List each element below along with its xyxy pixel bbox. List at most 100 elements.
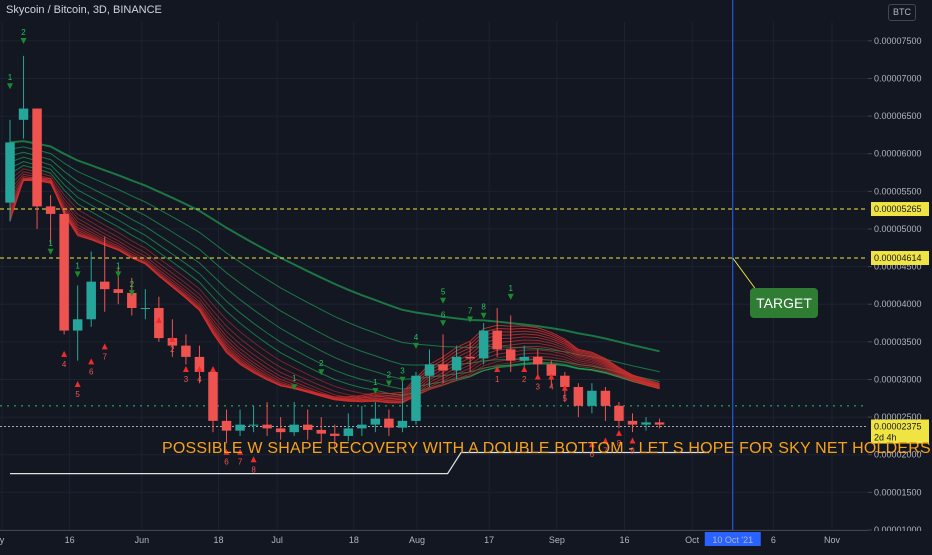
candle-body [275, 428, 286, 433]
signal-marker: 1 [115, 261, 122, 278]
time-tick-label: Jun [135, 535, 150, 545]
candle-body [235, 424, 245, 431]
candle-body [316, 429, 326, 434]
candle-body [614, 405, 624, 421]
signal-marker: 5 [561, 384, 568, 403]
candle [221, 409, 232, 444]
candle-body [72, 319, 83, 331]
price-tick-label: 0.00005500 [874, 186, 922, 196]
candle-body [5, 142, 15, 203]
signal-count: 1 [292, 374, 297, 383]
candle [99, 236, 110, 312]
candle [45, 195, 56, 245]
time-tick-label: 6 [771, 535, 776, 545]
signal-count: 1 [157, 326, 162, 335]
target-callout: TARGET [750, 288, 818, 318]
ma-line [9, 177, 660, 404]
candle-body [289, 424, 299, 433]
signal-arrow-up [88, 358, 95, 365]
candle-body [627, 420, 638, 425]
signal-count: 5 [75, 390, 80, 399]
candle-body [465, 356, 475, 359]
candle [478, 323, 489, 365]
candle-body [262, 424, 272, 429]
price-tick-label: 0.00006000 [874, 149, 922, 159]
time-tick-label: Oct [685, 535, 700, 545]
signal-count: 4 [549, 382, 554, 391]
signal-marker: 2 [521, 365, 528, 384]
candle [587, 383, 597, 414]
candle [411, 371, 421, 425]
signal-arrow-down [7, 83, 13, 90]
candle [248, 405, 259, 433]
signal-arrow-up [209, 365, 216, 372]
candle-body [18, 108, 29, 120]
signal-count: 5 [441, 288, 446, 297]
candle-body [587, 390, 597, 406]
signal-arrow-down [74, 271, 81, 278]
target-pointer-line [732, 257, 756, 289]
signal-marker: 1 [507, 284, 514, 300]
moving-average-ribbon [9, 140, 660, 404]
signal-marker: 5 [74, 381, 81, 399]
candle-body [641, 422, 651, 425]
signal-arrow-down [507, 293, 514, 300]
candle-body [573, 387, 584, 406]
price-tick-label: 0.00007500 [874, 36, 922, 46]
signal-arrow-up [182, 365, 189, 372]
time-tick-label: 16 [619, 535, 629, 545]
signal-count: 2 [319, 359, 324, 368]
candle [357, 405, 367, 436]
signal-marker: 1 [74, 261, 81, 278]
signal-count: 4 [197, 375, 202, 384]
signal-marker: 4 [548, 373, 555, 391]
ma-line [9, 160, 660, 390]
candle [262, 402, 272, 436]
candle-body [45, 206, 56, 214]
candle-body [330, 433, 340, 436]
candle [573, 383, 584, 418]
candle-body [397, 420, 408, 428]
signal-count: 8 [251, 465, 256, 474]
candle [302, 409, 313, 440]
time-tick-label: 17 [484, 535, 494, 545]
candle [32, 108, 42, 229]
signal-marker: 1 [7, 73, 13, 90]
ma-line [9, 178, 660, 403]
time-tick-label: Jul [271, 535, 283, 545]
candle [627, 413, 638, 433]
candle-body [221, 420, 232, 431]
price-chart[interactable]: 2111456712123 4 56 781212 3456 7 811 23 456 789 0… [0, 0, 932, 550]
ma-line [9, 179, 660, 402]
candle-body [505, 349, 516, 361]
price-tick-label: 0.00003500 [874, 337, 922, 347]
signal-marker: 1 [47, 239, 54, 255]
candle-body [32, 108, 42, 207]
signal-count: 6 [441, 310, 446, 319]
candle-body [654, 422, 665, 425]
level-tag-label: 0.00004614 [874, 253, 922, 263]
signal-count: 4 [414, 333, 419, 342]
candle-body [370, 418, 381, 425]
signal-count: 2 [522, 375, 527, 384]
signal-count: 2 [21, 28, 26, 37]
time-tick-label: y [0, 535, 5, 545]
signal-marker: 3 [399, 367, 406, 383]
ma-line [9, 179, 660, 402]
signal-count: 1 [48, 239, 53, 248]
chart-title: Skycoin / Bitcoin, 3D, BINANCE [6, 4, 162, 16]
signal-count: 3 [184, 375, 189, 384]
candle-body [86, 281, 96, 320]
signal-count: 1 [75, 261, 80, 270]
candle-body [384, 418, 394, 428]
price-tick-label: 0.00003000 [874, 374, 922, 384]
candle-body [343, 428, 354, 436]
signal-count: 3 [536, 382, 541, 391]
signal-arrow-down [480, 312, 487, 319]
candle [614, 402, 624, 429]
candle-body [302, 424, 313, 430]
signal-arrow-up [521, 365, 528, 372]
currency-button[interactable]: BTC [888, 4, 916, 21]
candle-body [451, 356, 462, 371]
candle [641, 417, 651, 431]
